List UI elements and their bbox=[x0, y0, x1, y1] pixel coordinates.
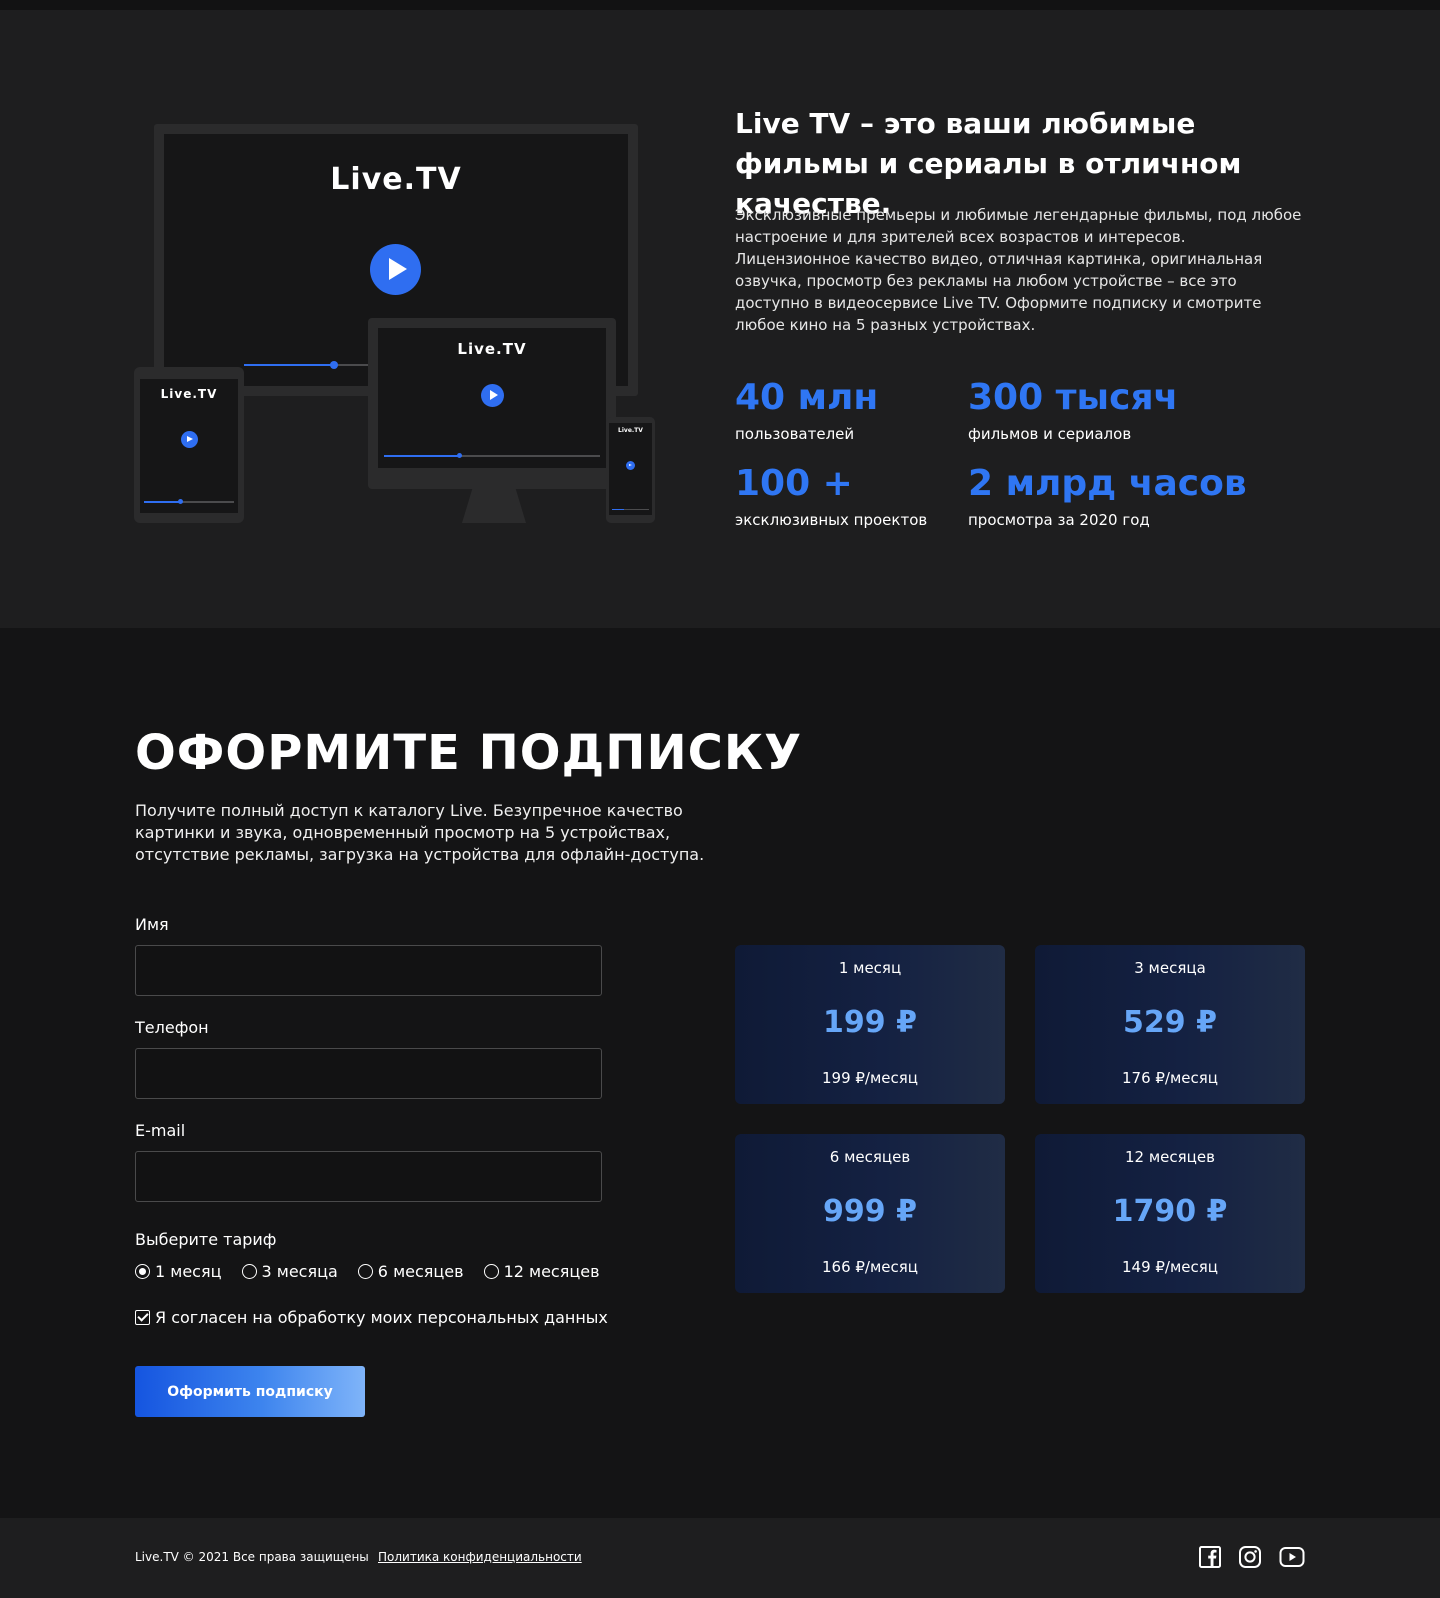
plan-period: 6 месяцев bbox=[829, 1148, 911, 1166]
phone-progress-bar[interactable] bbox=[612, 509, 649, 510]
phone-input[interactable] bbox=[135, 1048, 602, 1099]
tariff-radio-3-months[interactable]: 3 месяца bbox=[241, 1262, 338, 1281]
stat-films-label: фильмов и сериалов bbox=[968, 425, 1132, 443]
plan-per-month: 166 ₽/месяц bbox=[821, 1258, 919, 1276]
tablet-play-icon[interactable] bbox=[181, 431, 198, 448]
radio-icon[interactable] bbox=[241, 1264, 257, 1279]
email-input[interactable] bbox=[135, 1151, 602, 1202]
plan-card-1-month[interactable]: 1 месяц 199 ₽ 199 ₽/месяц bbox=[735, 945, 1005, 1104]
subscribe-description: Получите полный доступ к каталогу Live. … bbox=[135, 801, 705, 864]
tariff-radio-12-months[interactable]: 12 месяцев bbox=[483, 1262, 600, 1281]
tablet-brand: Live.TV bbox=[160, 387, 218, 401]
stat-users-value: 40 млн bbox=[735, 377, 879, 418]
agree-checkbox-row[interactable]: Я согласен на обработку моих персональны… bbox=[135, 1308, 608, 1327]
email-label: E-mail bbox=[135, 1121, 186, 1140]
facebook-icon[interactable] bbox=[1198, 1545, 1222, 1569]
plan-card-3-months[interactable]: 3 месяца 529 ₽ 176 ₽/месяц bbox=[1035, 945, 1305, 1104]
stat-projects-value: 100 + bbox=[735, 463, 853, 504]
tablet-progress-bar[interactable] bbox=[144, 499, 234, 504]
tariff-label: Выберите тариф bbox=[135, 1230, 277, 1249]
top-bar bbox=[0, 0, 1440, 10]
monitor-device: Live.TV bbox=[368, 318, 616, 489]
stat-users-label: пользователей bbox=[735, 425, 855, 443]
plan-per-month: 149 ₽/месяц bbox=[1121, 1258, 1219, 1276]
plan-per-month: 176 ₽/месяц bbox=[1121, 1069, 1219, 1087]
name-input[interactable] bbox=[135, 945, 602, 996]
phone-play-icon[interactable] bbox=[626, 461, 635, 470]
phone-brand: Live.TV bbox=[618, 427, 643, 434]
instagram-icon[interactable] bbox=[1238, 1545, 1262, 1569]
plan-card-6-months[interactable]: 6 месяцев 999 ₽ 166 ₽/месяц bbox=[735, 1134, 1005, 1293]
stat-hours-value: 2 млрд часов bbox=[968, 463, 1247, 504]
subscribe-title: ОФОРМИТЕ ПОДПИСКУ bbox=[135, 725, 803, 781]
monitor-progress-bar[interactable] bbox=[384, 453, 600, 458]
tariff-radio-1-month[interactable]: 1 месяц bbox=[135, 1262, 222, 1281]
hero-description: Эксклюзивные премьеры и любимые легендар… bbox=[735, 206, 1302, 334]
checkbox-checked-icon[interactable] bbox=[135, 1310, 150, 1325]
stat-hours-label: просмотра за 2020 год bbox=[968, 511, 1150, 529]
subscribe-button[interactable]: Оформить подписку bbox=[135, 1366, 365, 1417]
agree-label: Я согласен на обработку моих персональны… bbox=[155, 1308, 608, 1327]
footer: Live.TV © 2021 Все права защищены Полити… bbox=[0, 1518, 1440, 1598]
tv-brand: Live.TV bbox=[330, 162, 462, 197]
radio-selected-icon[interactable] bbox=[135, 1264, 150, 1279]
radio-icon[interactable] bbox=[357, 1264, 373, 1279]
tariff-radio-6-months[interactable]: 6 месяцев bbox=[357, 1262, 464, 1281]
copyright: Live.TV © 2021 Все права защищены bbox=[135, 1550, 369, 1564]
privacy-policy-link[interactable]: Политика конфиденциальности bbox=[378, 1550, 582, 1564]
monitor-brand: Live.TV bbox=[457, 340, 527, 358]
name-label: Имя bbox=[135, 915, 169, 934]
stat-films-value: 300 тысяч bbox=[968, 377, 1179, 418]
phone-device: Live.TV bbox=[606, 417, 655, 523]
plan-price: 529 ₽ bbox=[1123, 1005, 1217, 1040]
plan-period: 12 месяцев bbox=[1125, 1148, 1215, 1166]
tariff-radio-label: 1 месяц bbox=[155, 1262, 222, 1281]
tariff-radio-label: 6 месяцев bbox=[377, 1262, 464, 1281]
plan-price: 1790 ₽ bbox=[1112, 1194, 1228, 1229]
plan-price: 199 ₽ bbox=[823, 1005, 917, 1040]
tv-play-icon[interactable] bbox=[370, 244, 421, 295]
monitor-stand bbox=[462, 489, 526, 523]
tv-progress-bar[interactable] bbox=[244, 361, 374, 369]
phone-label: Телефон bbox=[135, 1018, 209, 1037]
youtube-icon[interactable] bbox=[1279, 1545, 1305, 1569]
plan-period: 3 месяца bbox=[1134, 959, 1206, 977]
stat-projects-label: эксклюзивных проектов bbox=[735, 511, 928, 529]
plan-card-12-months[interactable]: 12 месяцев 1790 ₽ 149 ₽/месяц bbox=[1035, 1134, 1305, 1293]
plan-period: 1 месяц bbox=[838, 959, 902, 977]
tariff-radio-group: 1 месяц 3 месяца 6 месяцев 12 месяцев bbox=[135, 1262, 600, 1281]
radio-icon[interactable] bbox=[483, 1264, 499, 1279]
tariff-radio-label: 12 месяцев bbox=[503, 1262, 600, 1281]
plan-per-month: 199 ₽/месяц bbox=[821, 1069, 919, 1087]
tariff-radio-label: 3 месяца bbox=[261, 1262, 338, 1281]
plan-price: 999 ₽ bbox=[823, 1194, 917, 1229]
hero-section: Live.TV Live.TV Live.TV Live.TV Live TV … bbox=[0, 10, 1440, 628]
tablet-device: Live.TV bbox=[134, 367, 244, 523]
monitor-play-icon[interactable] bbox=[481, 384, 504, 407]
